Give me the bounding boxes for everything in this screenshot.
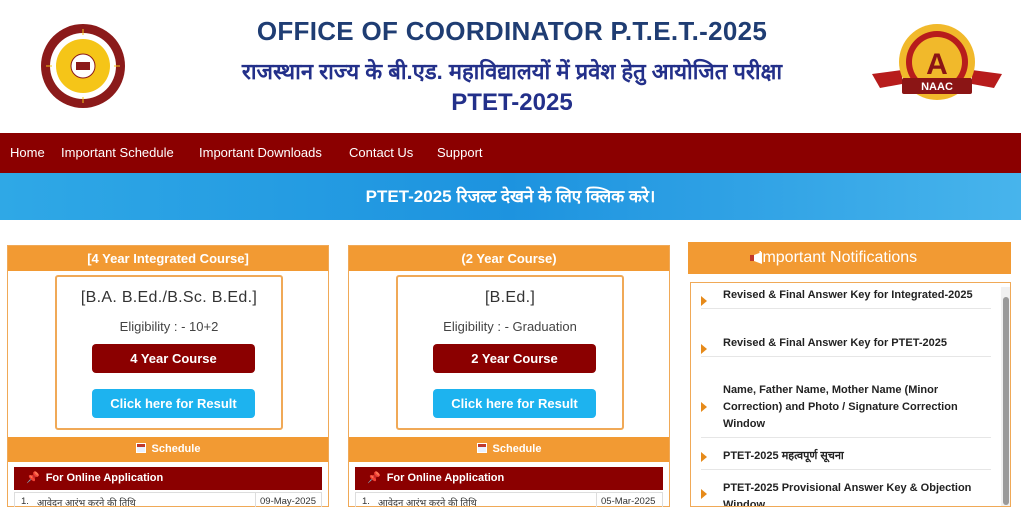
schedule-header: Schedule (349, 437, 669, 462)
course-card-2-year: (2 Year Course) [B.Ed.] Eligibility : - … (348, 245, 670, 507)
card-header: [4 Year Integrated Course] (8, 246, 328, 271)
notifications-list[interactable]: Revised & Final Answer Key for Integrate… (690, 282, 1011, 507)
schedule-label: Schedule (492, 443, 542, 455)
course-box: [B.A. B.Ed./B.Sc. B.Ed.] Eligibility : -… (55, 275, 283, 430)
table-row: 1. आवेदन आरंभ करने की तिथि 09-May-2025 (14, 492, 322, 507)
exam-name: PTET-2025 (451, 89, 573, 116)
caret-right-icon (701, 452, 707, 462)
course-card-4-year: [4 Year Integrated Course] [B.A. B.Ed./B… (7, 245, 329, 507)
nav-important-downloads[interactable]: Important Downloads (199, 145, 322, 160)
2-year-course-button[interactable]: 2 Year Course (433, 344, 596, 373)
notification-text: Name, Father Name, Mother Name (Minor Co… (723, 384, 958, 430)
calendar-icon (476, 443, 487, 453)
4-year-course-button[interactable]: 4 Year Course (92, 344, 255, 373)
notification-text: Revised & Final Answer Key for Integrate… (723, 289, 973, 301)
page-root: OFFICE OF COORDINATOR P.T.E.T.-2025 राजस… (0, 0, 1024, 507)
page-title: OFFICE OF COORDINATOR P.T.E.T.-2025 (256, 16, 768, 46)
caret-right-icon (701, 402, 707, 412)
row-date: 09-May-2025 (255, 493, 316, 507)
naac-badge: A NAAC (872, 24, 1002, 100)
nav-contact-us[interactable]: Contact Us (349, 145, 413, 160)
course-name: [B.A. B.Ed./B.Sc. B.Ed.] (80, 289, 258, 306)
list-item[interactable]: PTET-2025 महत्वपूर्ण सूचना (701, 448, 991, 470)
notifications-title: Important Notifications (758, 249, 918, 266)
course-name: [B.Ed.] (484, 289, 536, 306)
online-label: For Online Application (386, 472, 505, 484)
online-label: For Online Application (45, 472, 164, 484)
eligibility-text: Eligibility : - Graduation (443, 319, 577, 334)
list-item[interactable]: Revised & Final Answer Key for PTET-2025 (701, 335, 991, 357)
notifications-panel: Important Notifications Revised & Final … (688, 242, 1011, 507)
nav-home[interactable]: Home (10, 145, 45, 160)
scrollbar-thumb[interactable] (1003, 297, 1009, 505)
nav-important-schedule[interactable]: Important Schedule (61, 145, 174, 160)
online-application-bar: 📌 For Online Application (355, 467, 663, 490)
list-item[interactable]: Name, Father Name, Mother Name (Minor Co… (701, 382, 991, 438)
result-banner[interactable]: PTET-2025 रिजल्ट देखने के लिए क्लिक करे। (0, 173, 1021, 220)
page-subtitle: राजस्थान राज्य के बी.एड. महाविद्यालयों म… (241, 59, 783, 84)
online-application-bar: 📌 For Online Application (14, 467, 322, 490)
eligibility-text: Eligibility : - 10+2 (119, 319, 219, 334)
result-button[interactable]: Click here for Result (433, 389, 596, 418)
row-date: 05-Mar-2025 (596, 493, 655, 507)
megaphone-icon (750, 252, 762, 264)
main-nav: Home Important Schedule Important Downlo… (0, 133, 1021, 173)
course-box: [B.Ed.] Eligibility : - Graduation 2 Yea… (396, 275, 624, 430)
row-label: आवेदन आरंभ करने की तिथि (378, 498, 477, 507)
caret-right-icon (701, 489, 707, 499)
calendar-icon (135, 443, 146, 453)
naac-label: NAAC (921, 81, 953, 93)
nav-support[interactable]: Support (437, 145, 483, 160)
schedule-header: Schedule (8, 437, 328, 462)
row-number: 1. (362, 496, 370, 507)
pushpin-icon: 📌 (367, 472, 381, 484)
notification-text: PTET-2025 महत्वपूर्ण सूचना (723, 450, 844, 462)
row-label: आवेदन आरंभ करने की तिथि (37, 498, 136, 507)
list-item[interactable]: PTET-2025 Provisional Answer Key & Objec… (701, 480, 991, 507)
naac-grade: A (926, 48, 948, 81)
caret-right-icon (701, 296, 707, 306)
result-button[interactable]: Click here for Result (92, 389, 255, 418)
pushpin-icon: 📌 (26, 472, 40, 484)
caret-right-icon (701, 344, 707, 354)
schedule-label: Schedule (151, 443, 201, 455)
notification-text: PTET-2025 Provisional Answer Key & Objec… (723, 482, 972, 507)
list-item[interactable]: Revised & Final Answer Key for Integrate… (701, 287, 991, 309)
row-number: 1. (21, 496, 29, 507)
notifications-header: Important Notifications (688, 242, 1011, 274)
notification-text: Revised & Final Answer Key for PTET-2025 (723, 337, 947, 349)
site-header: OFFICE OF COORDINATOR P.T.E.T.-2025 राजस… (0, 0, 1024, 133)
card-header: (2 Year Course) (349, 246, 669, 271)
table-row: 1. आवेदन आरंभ करने की तिथि 05-Mar-2025 (355, 492, 663, 507)
